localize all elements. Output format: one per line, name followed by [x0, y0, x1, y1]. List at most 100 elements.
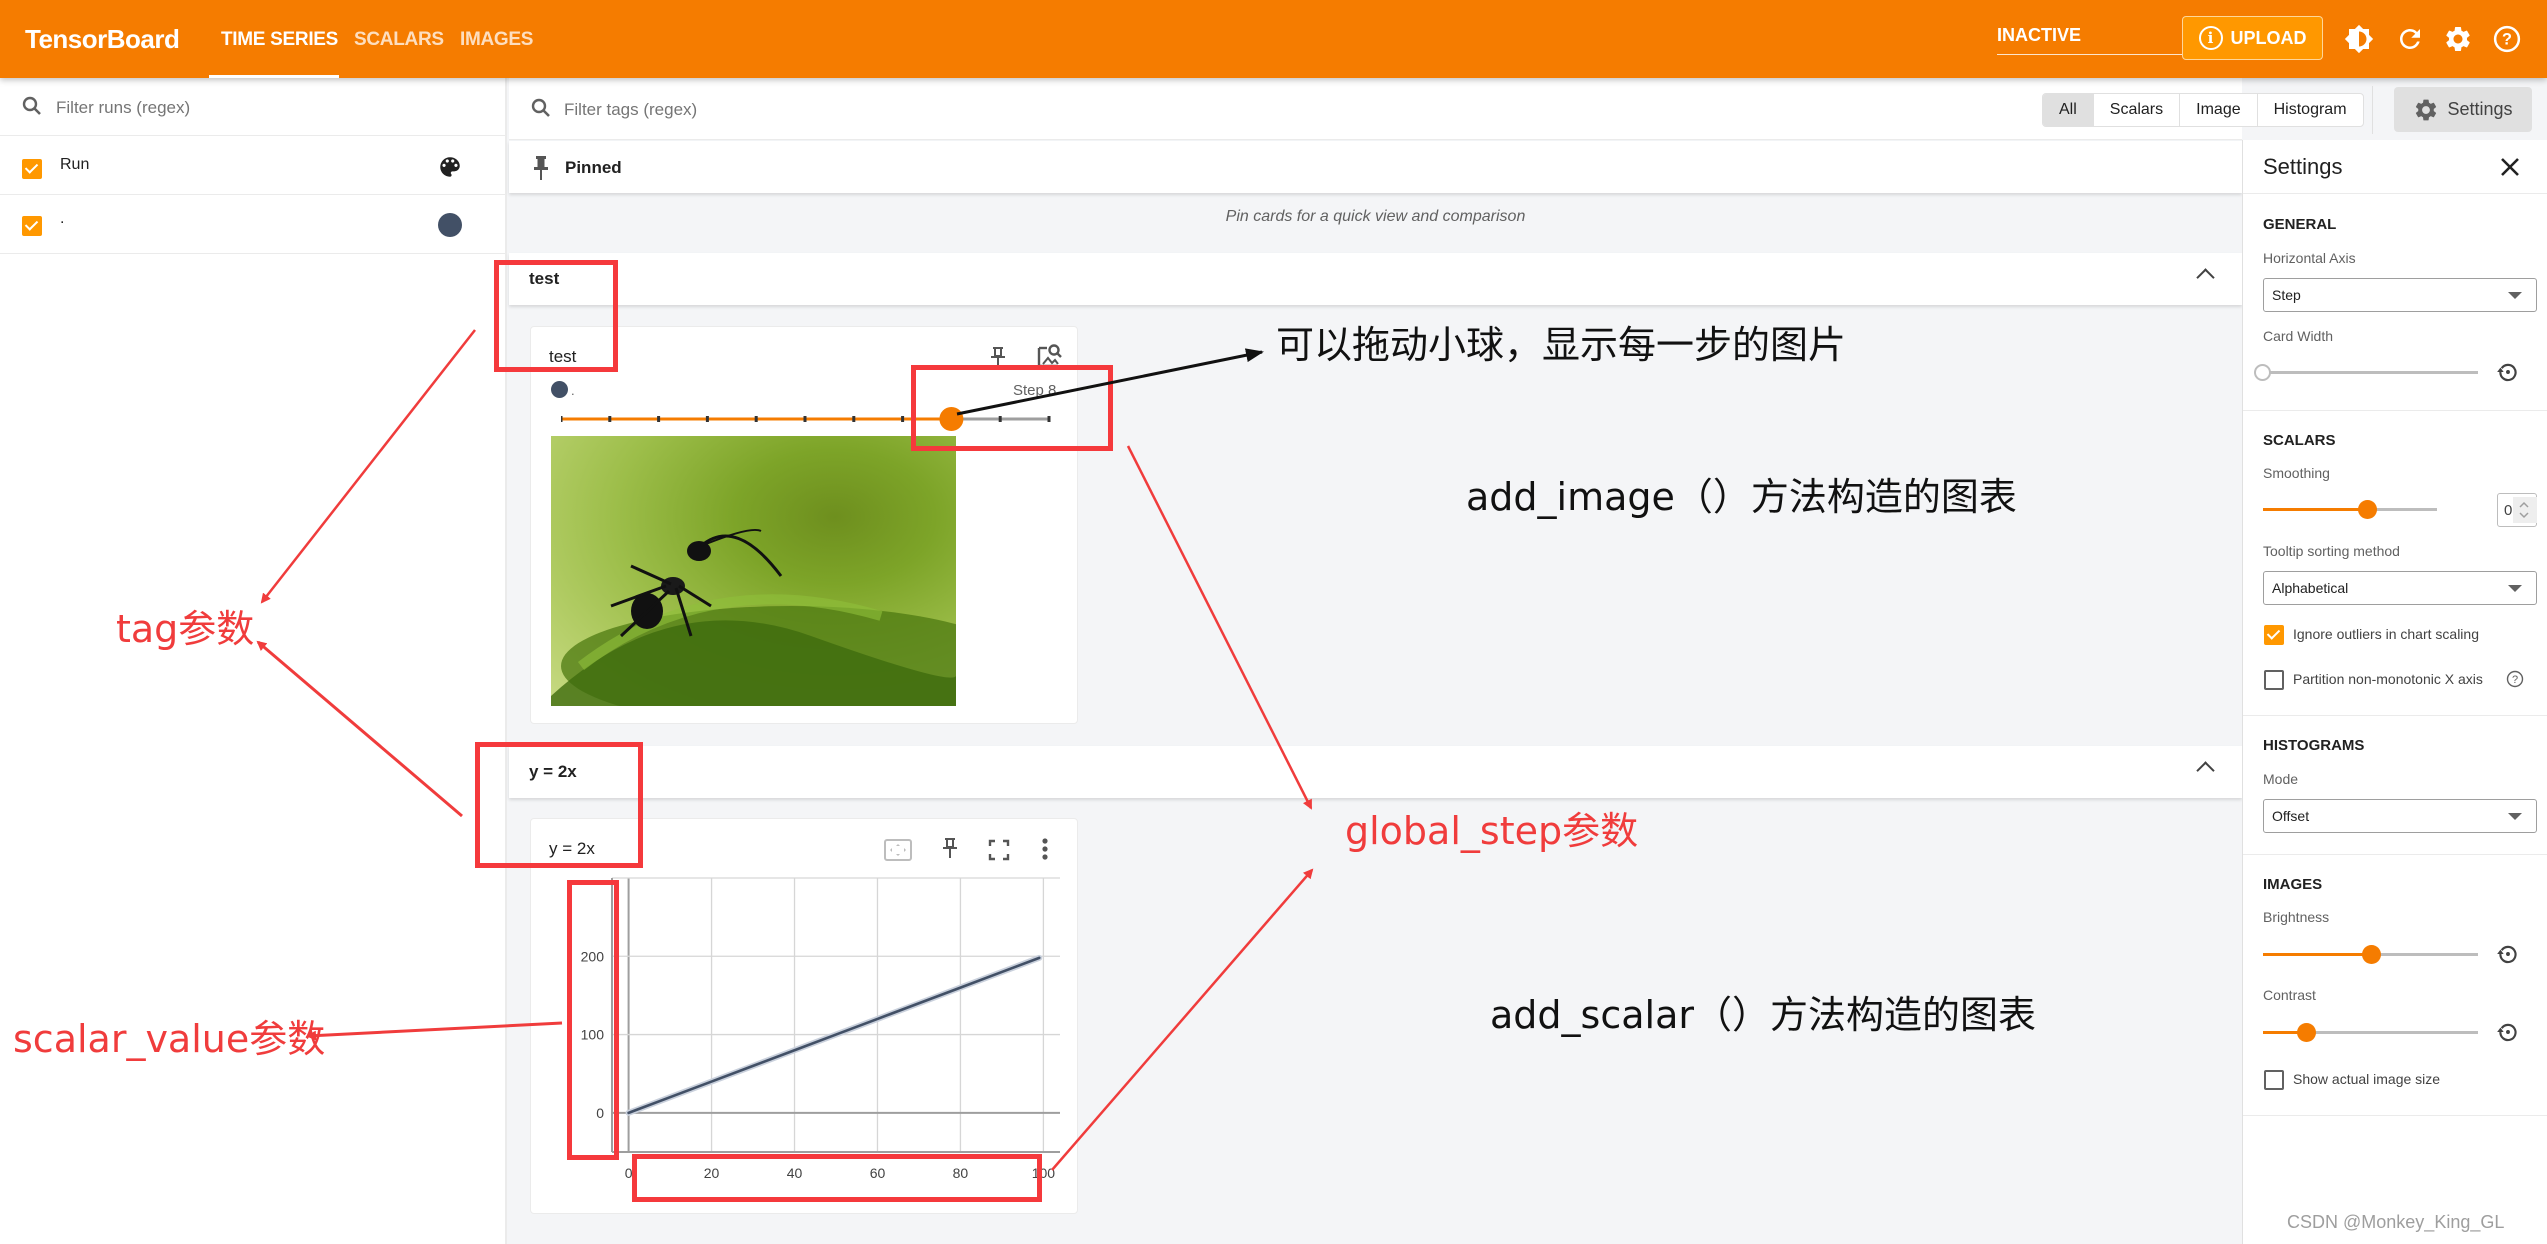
- fit-domain-icon[interactable]: [884, 839, 912, 866]
- theme-toggle-icon[interactable]: [2344, 24, 2374, 54]
- brand-logo[interactable]: TensorBoard: [25, 24, 180, 55]
- tag-filter-input[interactable]: Filter tags (regex): [564, 100, 697, 120]
- annotation-drag-ball: 可以拖动小球，显示每一步的图片: [1276, 323, 1847, 367]
- chevron-down-icon: [2508, 813, 2522, 820]
- filter-histogram-button[interactable]: Histogram: [2258, 94, 2363, 126]
- slider-tick: [657, 416, 661, 422]
- tab-time-series[interactable]: TIME SERIES: [221, 29, 338, 51]
- slider-tick: [754, 416, 758, 422]
- run-color-swatch[interactable]: [438, 213, 462, 237]
- group-header-test[interactable]: test: [509, 253, 2242, 305]
- divider: [2243, 854, 2547, 855]
- brightness-slider[interactable]: [2263, 945, 2478, 964]
- slider-thumb[interactable]: [2358, 500, 2378, 519]
- scalar-chart[interactable]: 0 20 40 60 80 1000100200: [570, 876, 1070, 1186]
- series-line: [627, 956, 1041, 1115]
- partition-x-checkbox[interactable]: [2264, 670, 2284, 690]
- run-row-header: Run: [0, 137, 505, 195]
- info-icon: i: [2198, 26, 2223, 50]
- highlight-box-step-slider: [911, 365, 1113, 451]
- annotation-global-step-param: global_step参数: [1345, 809, 1639, 853]
- run-color-dot: [551, 381, 568, 398]
- chevron-up-icon[interactable]: [2196, 761, 2215, 780]
- section-scalars: SCALARS: [2263, 432, 2336, 449]
- reset-icon[interactable]: [2495, 359, 2521, 390]
- active-tab-indicator: [209, 75, 339, 78]
- help-icon[interactable]: ?: [2506, 670, 2524, 693]
- run-label: .: [571, 383, 575, 398]
- run-filter[interactable]: Filter runs (regex): [0, 78, 505, 136]
- help-icon[interactable]: ?: [2492, 24, 2522, 54]
- actual-size-checkbox[interactable]: [2264, 1070, 2284, 1090]
- palette-icon[interactable]: [437, 154, 463, 185]
- highlight-box-scalar-tag: [475, 742, 643, 868]
- tooltip-sort-value: Alphabetical: [2272, 580, 2349, 596]
- settings-toggle-label: Settings: [2447, 99, 2513, 119]
- section-images: IMAGES: [2263, 876, 2323, 893]
- divider: [2243, 410, 2547, 411]
- fullscreen-icon[interactable]: [988, 839, 1010, 866]
- highlight-box-y-axis: [567, 880, 619, 1160]
- slider-tick: [705, 416, 709, 422]
- slider-tick: [901, 416, 905, 422]
- divider: [2243, 1115, 2547, 1116]
- more-vert-icon[interactable]: [1041, 837, 1049, 866]
- spinner-icon[interactable]: [2513, 497, 2537, 523]
- partition-x-label: Partition non-monotonic X axis: [2293, 671, 2483, 687]
- slider-fill: [2263, 508, 2368, 511]
- smoothing-slider[interactable]: [2263, 500, 2437, 519]
- reset-icon[interactable]: [2495, 1019, 2521, 1050]
- close-icon[interactable]: [2499, 156, 2521, 183]
- reload-state-value: INACTIVE: [1997, 25, 2082, 45]
- divider: [2243, 193, 2547, 194]
- gear-icon: [2416, 99, 2437, 120]
- horizontal-axis-label: Horizontal Axis: [2263, 250, 2356, 266]
- reload-icon[interactable]: [2395, 24, 2425, 54]
- slider-tick: [803, 416, 807, 422]
- pinned-empty-hint: Pin cards for a quick view and compariso…: [1225, 208, 1526, 225]
- run-row[interactable]: .: [0, 196, 505, 254]
- filter-all-button[interactable]: All: [2043, 94, 2094, 126]
- contrast-label: Contrast: [2263, 987, 2316, 1003]
- settings-gear-icon[interactable]: [2443, 24, 2473, 54]
- reload-state-select[interactable]: INACTIVE: [1997, 25, 2209, 55]
- upload-button[interactable]: i UPLOAD: [2182, 16, 2323, 60]
- chevron-down-icon: [2508, 292, 2522, 299]
- group-header-y2x[interactable]: y = 2x: [509, 746, 2242, 798]
- divider: [2243, 715, 2547, 716]
- actual-size-label: Show actual image size: [2293, 1071, 2441, 1087]
- slider-thumb[interactable]: [2361, 945, 2381, 964]
- ignore-outliers-checkbox[interactable]: [2264, 625, 2284, 645]
- slider-thumb[interactable]: [2254, 364, 2271, 381]
- histogram-mode-select[interactable]: Offset: [2263, 799, 2537, 833]
- search-icon: [20, 94, 44, 123]
- card-width-label: Card Width: [2263, 328, 2334, 344]
- horizontal-axis-select[interactable]: Step: [2263, 278, 2537, 312]
- chevron-down-icon: [2508, 585, 2522, 592]
- filter-image-button[interactable]: Image: [2180, 94, 2258, 126]
- tooltip-sort-select[interactable]: Alphabetical: [2263, 571, 2537, 605]
- tag-filter-bar: Filter tags (regex): [509, 78, 2242, 140]
- tab-images[interactable]: IMAGES: [460, 29, 533, 51]
- slider-tick: [561, 416, 563, 422]
- pinned-title: Pinned: [565, 158, 622, 177]
- run-filter-input[interactable]: Filter runs (regex): [56, 98, 190, 118]
- ignore-outliers-label: Ignore outliers in chart scaling: [2293, 626, 2479, 642]
- ant-image: [551, 528, 956, 706]
- tab-scalars[interactable]: SCALARS: [354, 29, 444, 51]
- section-general: GENERAL: [2263, 216, 2337, 233]
- chevron-up-icon[interactable]: [2196, 268, 2215, 287]
- histogram-mode-label: Mode: [2263, 771, 2299, 787]
- pin-card-icon[interactable]: [941, 837, 959, 864]
- settings-toggle-button[interactable]: Settings: [2394, 87, 2532, 132]
- filter-scalars-button[interactable]: Scalars: [2094, 94, 2181, 126]
- pinned-header: Pinned: [509, 141, 2242, 193]
- select-all-checkbox[interactable]: [22, 159, 42, 179]
- slider-thumb[interactable]: [2297, 1023, 2316, 1042]
- run-checkbox[interactable]: [22, 216, 42, 236]
- reset-icon[interactable]: [2495, 941, 2521, 972]
- card-width-slider[interactable]: [2254, 364, 2478, 381]
- highlight-box-image-tag: [494, 260, 618, 372]
- contrast-slider[interactable]: [2263, 1023, 2478, 1042]
- horizontal-axis-value: Step: [2272, 287, 2301, 303]
